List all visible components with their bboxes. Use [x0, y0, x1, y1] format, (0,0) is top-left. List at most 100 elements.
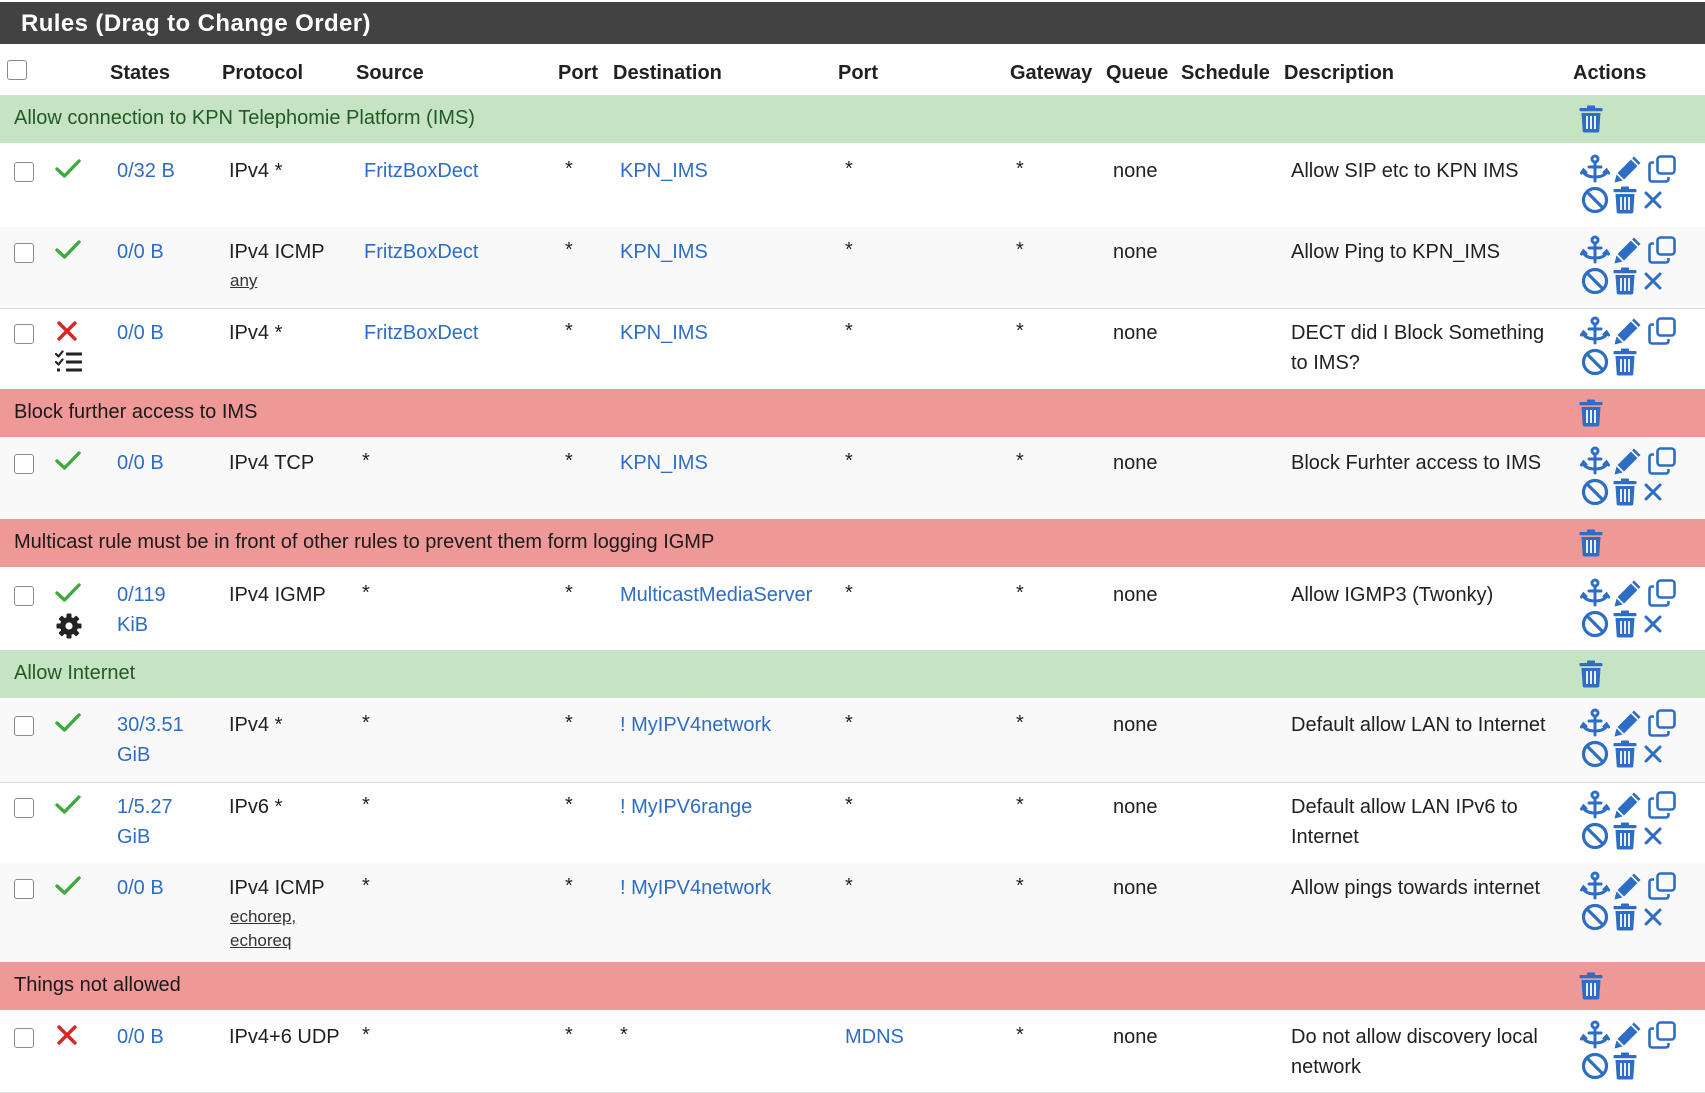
rule-select-checkbox[interactable] — [14, 454, 34, 474]
separator-row[interactable]: Allow connection to KPN Telephomie Platf… — [0, 95, 1705, 143]
rule-row[interactable]: 0/0 B IPv4 * FritzBoxDect * KPN_IMS * * none DEC… — [0, 308, 1705, 390]
move-anchor-icon[interactable] — [1580, 1020, 1610, 1055]
rule-states[interactable]: 0/0 B — [117, 873, 164, 903]
list-check-icon[interactable] — [54, 350, 83, 379]
rule-states[interactable]: 0/0 B — [117, 237, 164, 267]
header-gateway[interactable]: Gateway — [1010, 62, 1092, 85]
disable-icon[interactable] — [1580, 821, 1610, 856]
rule-source[interactable]: FritzBoxDect — [364, 318, 478, 348]
delete-separator-trash-icon[interactable] — [1579, 399, 1603, 432]
copy-icon[interactable] — [1647, 316, 1677, 351]
edit-pencil-icon[interactable] — [1613, 790, 1643, 825]
x-icon[interactable] — [56, 1024, 78, 1051]
header-destination-port[interactable]: Port — [838, 62, 878, 85]
header-queue[interactable]: Queue — [1106, 62, 1168, 85]
copy-icon[interactable] — [1647, 1020, 1677, 1055]
rule-states[interactable]: 1/5.27 — [117, 792, 173, 822]
edit-pencil-icon[interactable] — [1613, 708, 1643, 743]
move-anchor-icon[interactable] — [1580, 790, 1610, 825]
move-anchor-icon[interactable] — [1580, 578, 1610, 613]
copy-icon[interactable] — [1647, 235, 1677, 270]
delete-trash-icon[interactable] — [1613, 903, 1637, 936]
rule-row[interactable]: 0/32 B IPv4 * FritzBoxDect * KPN_IMS * * none Al… — [0, 146, 1705, 228]
copy-icon[interactable] — [1647, 790, 1677, 825]
edit-pencil-icon[interactable] — [1613, 871, 1643, 906]
rule-states[interactable]: KiB — [117, 610, 148, 640]
delete-trash-icon[interactable] — [1613, 186, 1637, 219]
kill-states-close-icon[interactable] — [1641, 612, 1665, 641]
header-destination[interactable]: Destination — [613, 62, 722, 85]
rule-states[interactable]: 0/0 B — [117, 1022, 164, 1052]
delete-trash-icon[interactable] — [1613, 740, 1637, 773]
header-source-port[interactable]: Port — [558, 62, 598, 85]
rule-destination[interactable]: KPN_IMS — [620, 237, 708, 267]
header-states[interactable]: States — [110, 62, 170, 85]
delete-separator-trash-icon[interactable] — [1579, 529, 1603, 562]
check-icon[interactable] — [55, 582, 81, 609]
protocol-icmp-type[interactable]: echoreq — [230, 929, 291, 953]
rule-select-checkbox[interactable] — [14, 879, 34, 899]
copy-icon[interactable] — [1647, 154, 1677, 189]
separator-row[interactable]: Things not allowed — [0, 962, 1705, 1010]
rule-row[interactable]: 0/0 B IPv4+6 UDP * * * MDNS * none Do not allow … — [0, 1012, 1705, 1093]
delete-separator-trash-icon[interactable] — [1579, 972, 1603, 1005]
rule-select-checkbox[interactable] — [14, 716, 34, 736]
rule-states[interactable]: 0/119 — [117, 580, 166, 610]
rule-states[interactable]: GiB — [117, 740, 150, 770]
disable-icon[interactable] — [1580, 347, 1610, 382]
disable-icon[interactable] — [1580, 902, 1610, 937]
header-description[interactable]: Description — [1284, 62, 1394, 85]
header-source[interactable]: Source — [356, 62, 424, 85]
rule-select-checkbox[interactable] — [14, 243, 34, 263]
delete-trash-icon[interactable] — [1613, 267, 1637, 300]
rule-destination-port[interactable]: MDNS — [845, 1022, 904, 1052]
kill-states-close-icon[interactable] — [1641, 824, 1665, 853]
move-anchor-icon[interactable] — [1580, 154, 1610, 189]
separator-row[interactable]: Block further access to IMS — [0, 389, 1705, 437]
check-icon[interactable] — [55, 875, 81, 902]
x-icon[interactable] — [56, 320, 78, 347]
rule-states[interactable]: 30/3.51 — [117, 710, 184, 740]
protocol-icmp-type[interactable]: echorep, — [230, 905, 296, 929]
rule-select-checkbox[interactable] — [14, 798, 34, 818]
delete-trash-icon[interactable] — [1613, 478, 1637, 511]
rule-row[interactable]: 30/3.51 GiB IPv4 * * * ! MyIPV4network * * none D… — [0, 700, 1705, 783]
rule-states[interactable]: 0/0 B — [117, 448, 164, 478]
separator-row[interactable]: Allow Internet — [0, 650, 1705, 698]
copy-icon[interactable] — [1647, 708, 1677, 743]
disable-icon[interactable] — [1580, 477, 1610, 512]
rule-destination[interactable]: MulticastMediaServer — [620, 580, 812, 610]
delete-trash-icon[interactable] — [1613, 1052, 1637, 1085]
rule-source[interactable]: FritzBoxDect — [364, 156, 478, 186]
kill-states-close-icon[interactable] — [1641, 480, 1665, 509]
edit-pencil-icon[interactable] — [1613, 316, 1643, 351]
rule-select-checkbox[interactable] — [14, 1028, 34, 1048]
rule-row[interactable]: 0/0 B IPv4 ICMP any FritzBoxDect * KPN_IMS * * n… — [0, 227, 1705, 309]
kill-states-close-icon[interactable] — [1641, 742, 1665, 771]
edit-pencil-icon[interactable] — [1613, 1020, 1643, 1055]
rule-states[interactable]: GiB — [117, 822, 150, 852]
rule-states[interactable]: 0/32 B — [117, 156, 175, 186]
disable-icon[interactable] — [1580, 185, 1610, 220]
check-icon[interactable] — [55, 794, 81, 821]
move-anchor-icon[interactable] — [1580, 871, 1610, 906]
check-icon[interactable] — [55, 450, 81, 477]
copy-icon[interactable] — [1647, 446, 1677, 481]
rule-row[interactable]: 1/5.27 GiB IPv6 * * * ! MyIPV6range * * none Defa… — [0, 782, 1705, 864]
protocol-icmp-type[interactable]: any — [230, 269, 257, 293]
rule-destination[interactable]: KPN_IMS — [620, 448, 708, 478]
check-icon[interactable] — [55, 158, 81, 185]
separator-row[interactable]: Multicast rule must be in front of other… — [0, 519, 1705, 567]
move-anchor-icon[interactable] — [1580, 235, 1610, 270]
disable-icon[interactable] — [1580, 266, 1610, 301]
delete-separator-trash-icon[interactable] — [1579, 660, 1603, 693]
rule-select-checkbox[interactable] — [14, 586, 34, 606]
delete-trash-icon[interactable] — [1613, 348, 1637, 381]
header-schedule[interactable]: Schedule — [1181, 62, 1270, 85]
rule-destination[interactable]: ! MyIPV4network — [620, 873, 771, 903]
check-icon[interactable] — [55, 712, 81, 739]
rule-select-checkbox[interactable] — [14, 324, 34, 344]
disable-icon[interactable] — [1580, 609, 1610, 644]
edit-pencil-icon[interactable] — [1613, 235, 1643, 270]
header-protocol[interactable]: Protocol — [222, 62, 303, 85]
